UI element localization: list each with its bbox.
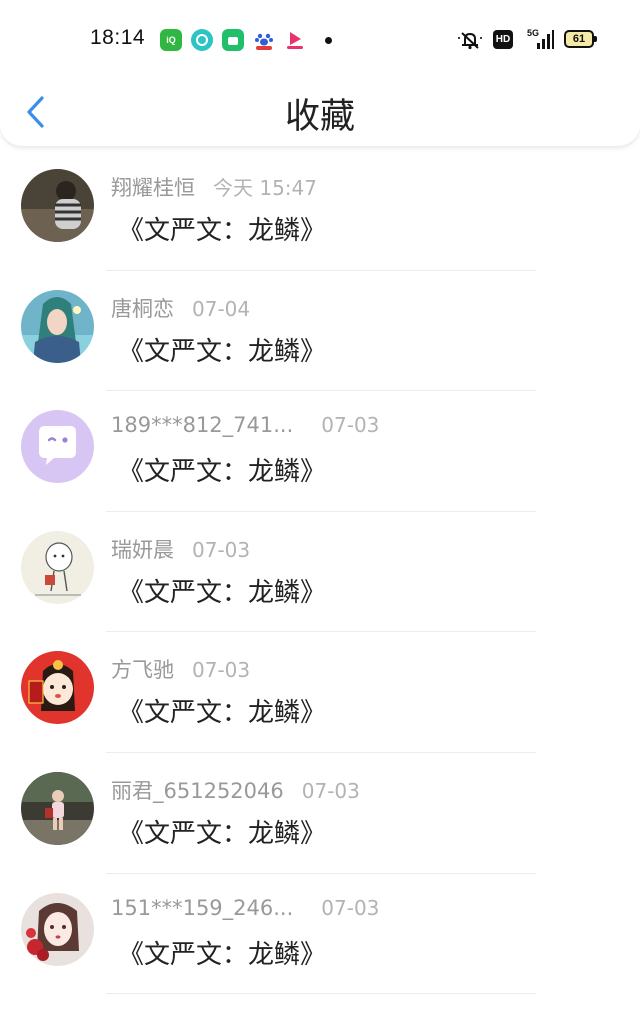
page-title: 收藏	[284, 97, 355, 137]
favorite-date: 07-04	[192, 296, 251, 321]
avatar	[21, 530, 94, 604]
notification-dot-icon	[325, 37, 332, 44]
divider	[106, 993, 536, 995]
avatar	[21, 651, 94, 725]
favorite-message: 《文严文：龙鳞》	[118, 336, 327, 367]
list-item[interactable]: 151***159_246... 07-03 《文严文：龙鳞》	[0, 874, 640, 995]
avatar	[21, 892, 94, 966]
baidu-icon	[253, 29, 275, 51]
favorite-date: 07-03	[192, 658, 251, 683]
favorite-message: 《文严文：龙鳞》	[118, 457, 327, 488]
favorite-date: 07-03	[301, 778, 360, 803]
favorite-date: 今天 15:47	[213, 176, 317, 200]
list-item[interactable]: 唐桐恋 07-04 《文严文：龙鳞》	[0, 271, 640, 392]
list-item[interactable]: 翔耀桂恒 今天 15:47 《文严文：龙鳞》	[0, 150, 640, 271]
sender-name: 丽君_651252046 07-03	[111, 778, 360, 803]
sender-name: 瑞妍晨 07-03	[111, 537, 251, 562]
sender-name: 151***159_246... 07-03	[111, 895, 380, 920]
avatar	[21, 410, 94, 484]
favorite-date: 07-03	[192, 537, 251, 562]
sender-name: 翔耀桂恒 今天 15:47	[111, 176, 317, 200]
list-item[interactable]: 瑞妍晨 07-03 《文严文：龙鳞》	[0, 512, 640, 633]
iqiyi-icon: iQ	[160, 29, 182, 51]
sender-name: 唐桐恋 07-04	[111, 296, 251, 321]
favorite-message: 《文严文：龙鳞》	[118, 939, 327, 970]
favorites-page: 18:14 iQ HD 5G 61 收藏 翔耀桂恒 今天 15:47 《文严文：…	[0, 0, 640, 1014]
shop-app-icon	[222, 29, 244, 51]
status-time: 18:14	[90, 26, 146, 49]
favorite-message: 《文严文：龙鳞》	[118, 216, 327, 246]
favorite-message: 《文严文：龙鳞》	[118, 577, 327, 608]
favorite-date: 07-03	[321, 413, 380, 438]
favorite-message: 《文严文：龙鳞》	[118, 818, 327, 849]
sender-name: 189***812_741... 07-03	[111, 413, 380, 438]
list-item[interactable]: 丽君_651252046 07-03 《文严文：龙鳞》	[0, 753, 640, 874]
top-bar: 18:14 iQ HD 5G 61 收藏	[0, 0, 640, 146]
hd-icon: HD	[493, 30, 513, 49]
list-item[interactable]: 方飞驰 07-03 《文严文：龙鳞》	[0, 632, 640, 753]
mute-bell-icon	[456, 30, 484, 54]
chat-app-icon	[191, 29, 213, 51]
favorite-date: 07-03	[321, 895, 380, 920]
sender-name: 方飞驰 07-03	[111, 658, 251, 683]
avatar	[21, 289, 94, 363]
battery-indicator: 61	[564, 30, 597, 48]
avatar	[21, 169, 94, 242]
favorites-list: 翔耀桂恒 今天 15:47 《文严文：龙鳞》 唐桐恋 07-04 《文严文：龙鳞》	[0, 150, 640, 995]
video-app-icon	[284, 29, 306, 51]
favorite-message: 《文严文：龙鳞》	[118, 698, 327, 729]
avatar	[21, 771, 94, 845]
list-item[interactable]: 189***812_741... 07-03 《文严文：龙鳞》	[0, 391, 640, 512]
signal-strength-icon	[528, 30, 554, 54]
